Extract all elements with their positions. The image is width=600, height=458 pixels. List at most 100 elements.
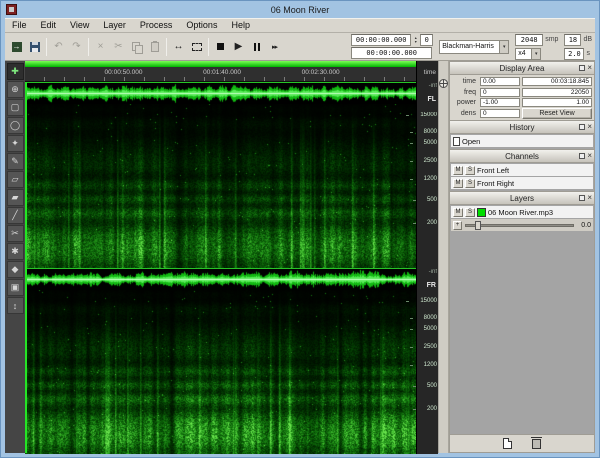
playhead[interactable] <box>25 82 27 453</box>
paste-button[interactable] <box>146 38 163 56</box>
time-min-value[interactable]: 0.00 <box>480 77 520 86</box>
float-panel-icon[interactable] <box>579 124 585 130</box>
freq-min-value[interactable]: 0 <box>480 88 520 97</box>
layer-row[interactable]: M S 06 Moon River.mp3 <box>451 206 593 218</box>
magic-wand-tool-button[interactable]: ✦ <box>7 135 24 152</box>
solo-button[interactable]: S <box>465 166 475 175</box>
slider-handle[interactable] <box>475 221 481 230</box>
eyedropper-tool-button[interactable]: ◆ <box>7 261 24 278</box>
clone-stamp-tool-button[interactable]: ▣ <box>7 279 24 296</box>
waveform-front-left[interactable] <box>25 82 416 104</box>
pause-button[interactable] <box>248 38 265 56</box>
waveform-canvas-fl[interactable] <box>25 83 416 104</box>
fft-size-field[interactable]: 2048 <box>515 34 543 46</box>
window-function-dropdown[interactable]: Blackman-Harris ▾ <box>439 40 509 54</box>
zoom-dropdown[interactable]: x4 ▾ <box>515 48 541 60</box>
zoom-tool-button[interactable]: ⊕ <box>7 81 24 98</box>
dens-min-value[interactable]: 0 <box>480 109 520 118</box>
new-layer-icon[interactable] <box>503 438 512 449</box>
recenter-knob-icon[interactable] <box>439 79 448 88</box>
channel-row-front-right[interactable]: M S Front Right <box>451 177 593 189</box>
reset-view-button[interactable]: Reset View <box>522 108 592 119</box>
hand-tool-button[interactable]: ✱ <box>7 243 24 260</box>
cut-button[interactable]: ✂ <box>110 38 127 56</box>
line-tool-button[interactable]: ╱ <box>7 207 24 224</box>
solo-button[interactable]: S <box>465 208 475 217</box>
power-max-value[interactable]: 1.00 <box>522 98 592 107</box>
delete-button[interactable]: × <box>92 38 109 56</box>
pan-tool-button[interactable]: ✚ <box>7 63 24 80</box>
selection-button[interactable] <box>188 38 205 56</box>
mute-button[interactable]: M <box>453 208 463 217</box>
measure-tool-button[interactable]: ↕ <box>7 297 24 314</box>
channel-row-front-left[interactable]: M S Front Left <box>451 164 593 176</box>
lasso-tool-button[interactable]: ◯ <box>7 117 24 134</box>
fft-unit-label: smp <box>545 36 558 43</box>
app-icon[interactable] <box>6 4 17 15</box>
redo-button[interactable]: ↷ <box>68 38 85 56</box>
spectrogram-canvas-fl[interactable] <box>25 104 416 268</box>
eraser-tool-button[interactable]: ▱ <box>7 171 24 188</box>
freq-tick: 8000 <box>424 315 437 321</box>
menu-edit[interactable]: Edit <box>34 19 64 32</box>
close-panel-icon[interactable]: × <box>587 194 592 202</box>
view-panel-splitter[interactable] <box>438 61 449 453</box>
spectrogram-canvas-fr[interactable] <box>25 290 416 454</box>
solo-button[interactable]: S <box>465 179 475 188</box>
layer-color-chip[interactable] <box>477 208 486 217</box>
menu-help[interactable]: Help <box>224 19 257 32</box>
play-button[interactable]: ▶ <box>230 38 247 56</box>
waveform-front-right[interactable] <box>25 268 416 290</box>
waveform-ruler-fr[interactable]: -inf FR <box>416 268 438 290</box>
waveform-ruler-fl[interactable]: -inf FL <box>416 82 438 104</box>
spectrogram-front-left[interactable] <box>25 104 416 268</box>
save-button[interactable] <box>26 38 43 56</box>
counter-field[interactable]: 0 <box>420 34 433 46</box>
freq-ruler-fr[interactable]: 15000 8000 5000 2500 1200 500 200 <box>416 290 438 454</box>
titlebar[interactable]: 06 Moon River <box>5 1 595 18</box>
waveform-canvas-fr[interactable] <box>25 269 416 290</box>
stop-button[interactable] <box>212 38 229 56</box>
history-item-open[interactable]: Open <box>451 135 593 147</box>
move-button[interactable]: ↔ <box>170 38 187 56</box>
undo-button[interactable]: ↶ <box>50 38 67 56</box>
float-panel-icon[interactable] <box>579 153 585 159</box>
menu-layer[interactable]: Layer <box>96 19 133 32</box>
close-panel-icon[interactable]: × <box>587 64 592 72</box>
mute-button[interactable]: M <box>453 166 463 175</box>
history-titlebar[interactable]: History × <box>450 121 594 134</box>
menu-file[interactable]: File <box>5 19 34 32</box>
copy-button[interactable] <box>128 38 145 56</box>
span-field[interactable]: 2.0 <box>564 48 584 60</box>
layer-expand-button[interactable]: + <box>453 221 462 230</box>
channels-titlebar[interactable]: Channels × <box>450 150 594 163</box>
rect-select-tool-button[interactable]: ▢ <box>7 99 24 116</box>
display-area-titlebar[interactable]: Display Area × <box>450 62 594 75</box>
scissors-tool-button[interactable]: ✂ <box>7 225 24 242</box>
fast-forward-button[interactable]: ▸▸ <box>266 38 283 56</box>
time-ruler[interactable]: 00:00:50.000 00:01:40.000 00:02:30.000 <box>25 67 416 82</box>
close-panel-icon[interactable]: × <box>587 152 592 160</box>
float-panel-icon[interactable] <box>579 65 585 71</box>
layer-gain-slider[interactable] <box>465 224 574 227</box>
spectrogram-front-right[interactable] <box>25 290 416 454</box>
menu-view[interactable]: View <box>63 19 96 32</box>
power-min-value[interactable]: -1.00 <box>480 98 520 107</box>
freq-ruler-fl[interactable]: 15000 8000 5000 2500 1200 500 200 <box>416 104 438 268</box>
brush-tool-button[interactable]: ▰ <box>7 189 24 206</box>
freq-max-value[interactable]: 22050 <box>522 88 592 97</box>
pencil-tool-button[interactable]: ✎ <box>7 153 24 170</box>
time-position-field[interactable]: 00:00:00.000 <box>351 34 411 46</box>
close-panel-icon[interactable]: × <box>587 123 592 131</box>
gain-field[interactable]: 18 <box>564 34 581 46</box>
time-max-value[interactable]: 00:03:18.845 <box>522 77 592 86</box>
menu-options[interactable]: Options <box>179 19 224 32</box>
mute-button[interactable]: M <box>453 179 463 188</box>
menu-process[interactable]: Process <box>133 19 180 32</box>
import-button[interactable]: → <box>8 38 25 56</box>
layers-titlebar[interactable]: Layers × <box>450 192 594 205</box>
time-spinner[interactable]: ▴▾ <box>412 36 419 44</box>
delete-layer-icon[interactable] <box>532 439 541 449</box>
float-panel-icon[interactable] <box>579 195 585 201</box>
time-selection-field[interactable]: 00:00:00.000 <box>351 47 432 59</box>
